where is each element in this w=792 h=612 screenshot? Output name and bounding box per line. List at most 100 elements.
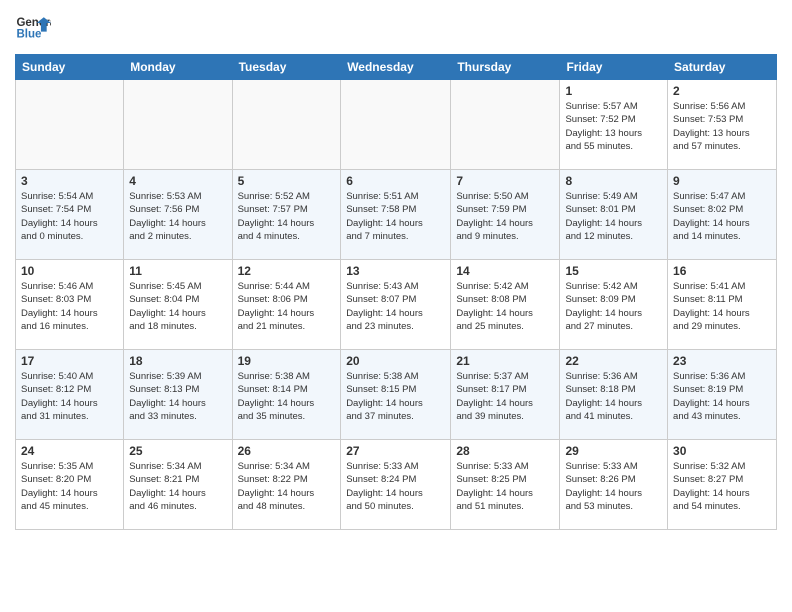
day-number: 28 bbox=[456, 444, 554, 458]
day-number: 20 bbox=[346, 354, 445, 368]
day-number: 27 bbox=[346, 444, 445, 458]
day-info: Sunrise: 5:53 AM Sunset: 7:56 PM Dayligh… bbox=[129, 190, 226, 243]
calendar-cell: 3Sunrise: 5:54 AM Sunset: 7:54 PM Daylig… bbox=[16, 170, 124, 260]
day-info: Sunrise: 5:57 AM Sunset: 7:52 PM Dayligh… bbox=[565, 100, 662, 153]
day-number: 29 bbox=[565, 444, 662, 458]
day-number: 21 bbox=[456, 354, 554, 368]
day-number: 5 bbox=[238, 174, 336, 188]
day-info: Sunrise: 5:47 AM Sunset: 8:02 PM Dayligh… bbox=[673, 190, 771, 243]
day-number: 30 bbox=[673, 444, 771, 458]
day-info: Sunrise: 5:35 AM Sunset: 8:20 PM Dayligh… bbox=[21, 460, 118, 513]
day-number: 4 bbox=[129, 174, 226, 188]
day-number: 6 bbox=[346, 174, 445, 188]
calendar-cell: 19 Sunrise: 5:38 AM Sunset: 8:14 PM Dayli… bbox=[232, 350, 341, 440]
calendar-cell: 12 Sunrise: 5:44 AM Sunset: 8:06 PM Dayli… bbox=[232, 260, 341, 350]
calendar-cell: 4 Sunrise: 5:53 AM Sunset: 7:56 PM Daylig… bbox=[124, 170, 232, 260]
calendar-cell bbox=[232, 80, 341, 170]
day-number: 17 bbox=[21, 354, 118, 368]
day-number: 19 bbox=[238, 354, 336, 368]
calendar-week-row: 10 Sunrise: 5:46 AM Sunset: 8:03 PM Dayli… bbox=[16, 260, 777, 350]
day-info: Sunrise: 5:34 AM Sunset: 8:21 PM Dayligh… bbox=[129, 460, 226, 513]
calendar-cell bbox=[341, 80, 451, 170]
calendar-cell: 30 Sunrise: 5:32 AM Sunset: 8:27 PM Dayli… bbox=[668, 440, 777, 530]
weekday-header-row: SundayMondayTuesdayWednesdayThursdayFrid… bbox=[16, 55, 777, 80]
day-info: Sunrise: 5:36 AM Sunset: 8:18 PM Dayligh… bbox=[565, 370, 662, 423]
calendar-cell: 15 Sunrise: 5:42 AM Sunset: 8:09 PM Dayli… bbox=[560, 260, 668, 350]
day-number: 14 bbox=[456, 264, 554, 278]
day-info: Sunrise: 5:45 AM Sunset: 8:04 PM Dayligh… bbox=[129, 280, 226, 333]
calendar-cell: 10 Sunrise: 5:46 AM Sunset: 8:03 PM Dayli… bbox=[16, 260, 124, 350]
calendar-cell: 23Sunrise: 5:36 AM Sunset: 8:19 PM Dayli… bbox=[668, 350, 777, 440]
calendar-cell bbox=[451, 80, 560, 170]
day-number: 16 bbox=[673, 264, 771, 278]
day-info: Sunrise: 5:38 AM Sunset: 8:14 PM Dayligh… bbox=[238, 370, 336, 423]
calendar-cell: 1 Sunrise: 5:57 AM Sunset: 7:52 PM Daylig… bbox=[560, 80, 668, 170]
day-info: Sunrise: 5:56 AM Sunset: 7:53 PM Dayligh… bbox=[673, 100, 771, 153]
day-info: Sunrise: 5:36 AM Sunset: 8:19 PM Dayligh… bbox=[673, 370, 771, 423]
calendar-cell: 28 Sunrise: 5:33 AM Sunset: 8:25 PM Dayli… bbox=[451, 440, 560, 530]
day-info: Sunrise: 5:44 AM Sunset: 8:06 PM Dayligh… bbox=[238, 280, 336, 333]
logo: General Blue bbox=[15, 10, 51, 46]
calendar-cell: 8 Sunrise: 5:49 AM Sunset: 8:01 PM Daylig… bbox=[560, 170, 668, 260]
svg-text:Blue: Blue bbox=[16, 28, 42, 40]
day-info: Sunrise: 5:51 AM Sunset: 7:58 PM Dayligh… bbox=[346, 190, 445, 243]
calendar-week-row: 1 Sunrise: 5:57 AM Sunset: 7:52 PM Daylig… bbox=[16, 80, 777, 170]
header: General Blue bbox=[15, 10, 777, 46]
day-info: Sunrise: 5:41 AM Sunset: 8:11 PM Dayligh… bbox=[673, 280, 771, 333]
day-info: Sunrise: 5:38 AM Sunset: 8:15 PM Dayligh… bbox=[346, 370, 445, 423]
weekday-header: Tuesday bbox=[232, 55, 341, 80]
calendar-cell: 21 Sunrise: 5:37 AM Sunset: 8:17 PM Dayli… bbox=[451, 350, 560, 440]
calendar-week-row: 17 Sunrise: 5:40 AM Sunset: 8:12 PM Dayli… bbox=[16, 350, 777, 440]
calendar-cell: 20 Sunrise: 5:38 AM Sunset: 8:15 PM Dayli… bbox=[341, 350, 451, 440]
calendar-cell: 2 Sunrise: 5:56 AM Sunset: 7:53 PM Daylig… bbox=[668, 80, 777, 170]
calendar-week-row: 24 Sunrise: 5:35 AM Sunset: 8:20 PM Dayli… bbox=[16, 440, 777, 530]
weekday-header: Wednesday bbox=[341, 55, 451, 80]
day-info: Sunrise: 5:50 AM Sunset: 7:59 PM Dayligh… bbox=[456, 190, 554, 243]
calendar-cell: 7 Sunrise: 5:50 AM Sunset: 7:59 PM Daylig… bbox=[451, 170, 560, 260]
day-info: Sunrise: 5:46 AM Sunset: 8:03 PM Dayligh… bbox=[21, 280, 118, 333]
calendar-week-row: 3Sunrise: 5:54 AM Sunset: 7:54 PM Daylig… bbox=[16, 170, 777, 260]
day-number: 8 bbox=[565, 174, 662, 188]
weekday-header: Friday bbox=[560, 55, 668, 80]
calendar-cell: 29Sunrise: 5:33 AM Sunset: 8:26 PM Dayli… bbox=[560, 440, 668, 530]
day-number: 2 bbox=[673, 84, 771, 98]
day-number: 12 bbox=[238, 264, 336, 278]
day-number: 13 bbox=[346, 264, 445, 278]
day-number: 10 bbox=[21, 264, 118, 278]
day-info: Sunrise: 5:33 AM Sunset: 8:25 PM Dayligh… bbox=[456, 460, 554, 513]
calendar-cell: 11 Sunrise: 5:45 AM Sunset: 8:04 PM Dayli… bbox=[124, 260, 232, 350]
day-number: 18 bbox=[129, 354, 226, 368]
day-info: Sunrise: 5:49 AM Sunset: 8:01 PM Dayligh… bbox=[565, 190, 662, 243]
day-number: 9 bbox=[673, 174, 771, 188]
logo-icon: General Blue bbox=[15, 10, 51, 46]
day-info: Sunrise: 5:32 AM Sunset: 8:27 PM Dayligh… bbox=[673, 460, 771, 513]
day-number: 1 bbox=[565, 84, 662, 98]
calendar-cell: 26Sunrise: 5:34 AM Sunset: 8:22 PM Dayli… bbox=[232, 440, 341, 530]
calendar-cell: 24 Sunrise: 5:35 AM Sunset: 8:20 PM Dayli… bbox=[16, 440, 124, 530]
calendar-cell: 6 Sunrise: 5:51 AM Sunset: 7:58 PM Daylig… bbox=[341, 170, 451, 260]
day-number: 7 bbox=[456, 174, 554, 188]
day-info: Sunrise: 5:33 AM Sunset: 8:24 PM Dayligh… bbox=[346, 460, 445, 513]
calendar-cell bbox=[16, 80, 124, 170]
day-info: Sunrise: 5:37 AM Sunset: 8:17 PM Dayligh… bbox=[456, 370, 554, 423]
day-number: 26 bbox=[238, 444, 336, 458]
day-number: 24 bbox=[21, 444, 118, 458]
calendar-cell: 22Sunrise: 5:36 AM Sunset: 8:18 PM Dayli… bbox=[560, 350, 668, 440]
calendar-cell: 9 Sunrise: 5:47 AM Sunset: 8:02 PM Daylig… bbox=[668, 170, 777, 260]
day-number: 3 bbox=[21, 174, 118, 188]
calendar-cell bbox=[124, 80, 232, 170]
day-number: 15 bbox=[565, 264, 662, 278]
calendar: SundayMondayTuesdayWednesdayThursdayFrid… bbox=[15, 54, 777, 530]
calendar-cell: 14Sunrise: 5:42 AM Sunset: 8:08 PM Dayli… bbox=[451, 260, 560, 350]
page: General Blue SundayMondayTuesdayWednesda… bbox=[0, 0, 792, 545]
day-info: Sunrise: 5:42 AM Sunset: 8:09 PM Dayligh… bbox=[565, 280, 662, 333]
day-info: Sunrise: 5:39 AM Sunset: 8:13 PM Dayligh… bbox=[129, 370, 226, 423]
day-number: 25 bbox=[129, 444, 226, 458]
day-info: Sunrise: 5:52 AM Sunset: 7:57 PM Dayligh… bbox=[238, 190, 336, 243]
calendar-cell: 5 Sunrise: 5:52 AM Sunset: 7:57 PM Daylig… bbox=[232, 170, 341, 260]
day-info: Sunrise: 5:43 AM Sunset: 8:07 PM Dayligh… bbox=[346, 280, 445, 333]
calendar-cell: 17 Sunrise: 5:40 AM Sunset: 8:12 PM Dayli… bbox=[16, 350, 124, 440]
day-number: 11 bbox=[129, 264, 226, 278]
day-info: Sunrise: 5:40 AM Sunset: 8:12 PM Dayligh… bbox=[21, 370, 118, 423]
weekday-header: Saturday bbox=[668, 55, 777, 80]
